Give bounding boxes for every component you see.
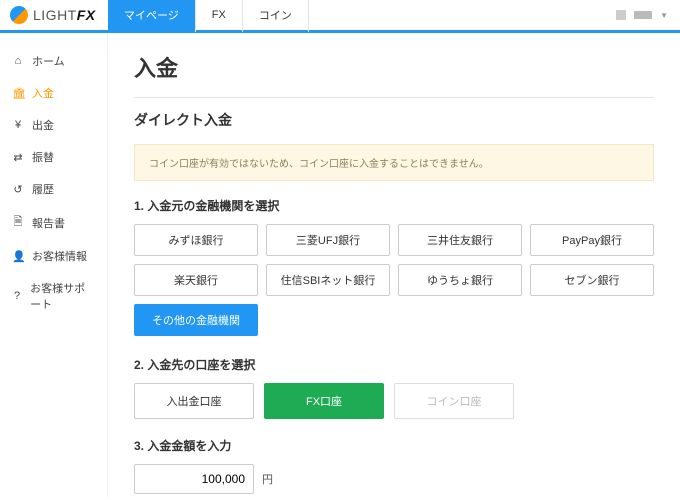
bank-btn-paypay[interactable]: PayPay銀行: [530, 224, 654, 256]
status-indicator-icon: [616, 10, 626, 20]
tab-coin[interactable]: コイン: [243, 0, 309, 32]
sidebar-item-label: 出金: [32, 117, 54, 133]
logo-text-light: LIGHT: [33, 7, 77, 23]
sidebar-item-support[interactable]: ? お客様サポート: [0, 272, 107, 320]
logo-icon: [10, 6, 28, 24]
logo-text-fx: FX: [77, 7, 96, 23]
sidebar-item-label: お客様サポート: [30, 280, 95, 312]
sidebar-item-deposit[interactable]: 🏛 入金: [0, 77, 107, 109]
bank-btn-mufg[interactable]: 三菱UFJ銀行: [266, 224, 390, 256]
main-content: 入金 ダイレクト入金 コイン口座が有効ではないため、コイン口座に入金することはで…: [108, 33, 680, 497]
sidebar-item-label: 振替: [32, 149, 54, 165]
user-menu-caret-icon[interactable]: ▼: [660, 11, 668, 20]
notice-banner: コイン口座が有効ではないため、コイン口座に入金することはできません。: [134, 144, 654, 181]
bank-btn-sbi[interactable]: 住信SBIネット銀行: [266, 264, 390, 296]
account-btn-fx[interactable]: FX口座: [264, 383, 384, 419]
sidebar-item-home[interactable]: ⌂ ホーム: [0, 45, 107, 77]
topbar-right: ▼: [616, 10, 680, 20]
document-icon: 🗎: [12, 213, 24, 232]
transfer-icon: ⇄: [12, 151, 24, 164]
help-icon: ?: [12, 290, 22, 302]
divider: [134, 97, 654, 98]
user-icon: 👤: [12, 250, 24, 263]
account-btn-coin: コイン口座: [394, 383, 514, 419]
amount-input[interactable]: [134, 464, 254, 494]
page-subtitle: ダイレクト入金: [134, 110, 654, 130]
step3-title: 3. 入金金額を入力: [134, 437, 654, 454]
bank-btn-yucho[interactable]: ゆうちょ銀行: [398, 264, 522, 296]
bank-btn-smbc[interactable]: 三井住友銀行: [398, 224, 522, 256]
sidebar-item-report[interactable]: 🗎 報告書: [0, 205, 107, 240]
bank-grid: みずほ銀行 三菱UFJ銀行 三井住友銀行 PayPay銀行 楽天銀行 住信SBI…: [134, 224, 654, 296]
tab-mypage[interactable]: マイページ: [108, 0, 196, 32]
sidebar-item-withdraw[interactable]: ¥ 出金: [0, 109, 107, 141]
account-row: 入出金口座 FX口座 コイン口座: [134, 383, 654, 419]
sidebar-item-label: お客様情報: [32, 248, 87, 264]
amount-row: 円: [134, 464, 654, 494]
home-icon: ⌂: [12, 55, 24, 67]
sidebar: ⌂ ホーム 🏛 入金 ¥ 出金 ⇄ 振替 ↺ 履歴 🗎 報告書 👤 お客様情報 ? お客様サポー…: [0, 33, 108, 497]
user-label: [634, 11, 652, 19]
logo: LIGHTFX: [0, 6, 108, 24]
sidebar-item-customer-info[interactable]: 👤 お客様情報: [0, 240, 107, 272]
step1-title: 1. 入金元の金融機関を選択: [134, 197, 654, 214]
sidebar-item-label: 報告書: [32, 215, 65, 231]
amount-unit: 円: [262, 471, 273, 487]
bank-icon: 🏛: [12, 87, 24, 100]
yen-icon: ¥: [12, 119, 24, 131]
account-btn-cash[interactable]: 入出金口座: [134, 383, 254, 419]
sidebar-item-history[interactable]: ↺ 履歴: [0, 173, 107, 205]
sidebar-item-label: 履歴: [32, 181, 54, 197]
sidebar-item-label: 入金: [32, 85, 54, 101]
bank-btn-other[interactable]: その他の金融機関: [134, 304, 258, 336]
bank-btn-rakuten[interactable]: 楽天銀行: [134, 264, 258, 296]
sidebar-item-transfer[interactable]: ⇄ 振替: [0, 141, 107, 173]
history-icon: ↺: [12, 183, 24, 196]
bank-btn-mizuho[interactable]: みずほ銀行: [134, 224, 258, 256]
sidebar-item-label: ホーム: [32, 53, 65, 69]
topbar: LIGHTFX マイページ FX コイン ▼: [0, 0, 680, 33]
step2-title: 2. 入金先の口座を選択: [134, 356, 654, 373]
page-title: 入金: [134, 51, 654, 83]
bank-grid-2: その他の金融機関: [134, 304, 654, 336]
tab-fx[interactable]: FX: [196, 0, 243, 32]
bank-btn-seven[interactable]: セブン銀行: [530, 264, 654, 296]
